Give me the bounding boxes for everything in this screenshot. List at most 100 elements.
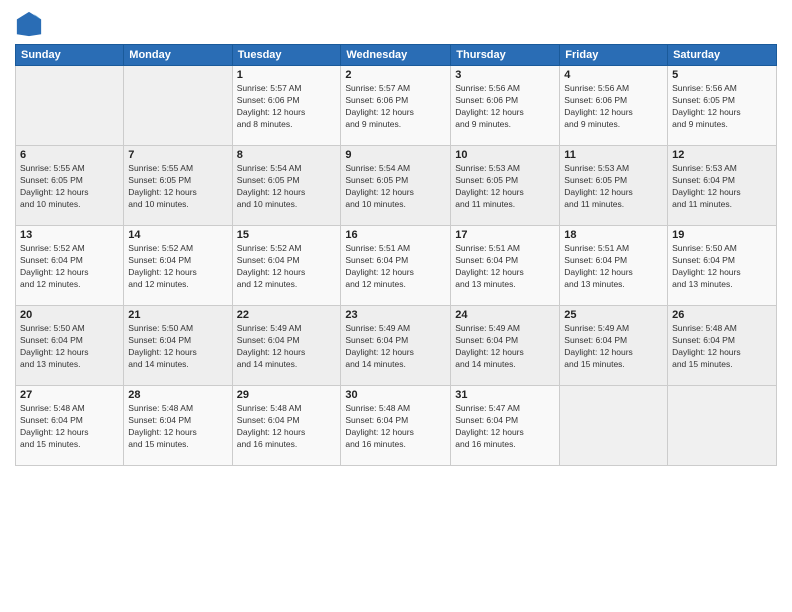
day-number: 10 [455,149,555,161]
day-info: Sunrise: 5:54 AM Sunset: 6:05 PM Dayligh… [237,163,337,211]
day-number: 18 [564,229,663,241]
day-number: 13 [20,229,119,241]
day-info: Sunrise: 5:48 AM Sunset: 6:04 PM Dayligh… [672,323,772,371]
calendar-day-cell: 20 Sunrise: 5:50 AM Sunset: 6:04 PM Dayli… [16,306,124,386]
day-number: 30 [345,389,446,401]
calendar-day-cell: 6 Sunrise: 5:55 AM Sunset: 6:05 PM Daylig… [16,146,124,226]
day-info: Sunrise: 5:50 AM Sunset: 6:04 PM Dayligh… [672,243,772,291]
day-number: 25 [564,309,663,321]
calendar-day-cell [16,66,124,146]
logo-icon [15,10,43,38]
day-info: Sunrise: 5:52 AM Sunset: 6:04 PM Dayligh… [20,243,119,291]
day-info: Sunrise: 5:49 AM Sunset: 6:04 PM Dayligh… [455,323,555,371]
calendar-day-cell: 30 Sunrise: 5:48 AM Sunset: 6:04 PM Dayli… [341,386,451,466]
day-number: 14 [128,229,227,241]
calendar-day-cell: 29 Sunrise: 5:48 AM Sunset: 6:04 PM Dayli… [232,386,341,466]
day-info: Sunrise: 5:55 AM Sunset: 6:05 PM Dayligh… [20,163,119,211]
day-info: Sunrise: 5:47 AM Sunset: 6:04 PM Dayligh… [455,403,555,451]
calendar-day-cell: 13 Sunrise: 5:52 AM Sunset: 6:04 PM Dayli… [16,226,124,306]
day-info: Sunrise: 5:48 AM Sunset: 6:04 PM Dayligh… [345,403,446,451]
weekday-header: Tuesday [232,45,341,66]
calendar-day-cell: 26 Sunrise: 5:48 AM Sunset: 6:04 PM Dayli… [668,306,777,386]
weekday-header: Thursday [451,45,560,66]
calendar-day-cell: 3 Sunrise: 5:56 AM Sunset: 6:06 PM Daylig… [451,66,560,146]
day-number: 15 [237,229,337,241]
day-number: 20 [20,309,119,321]
weekday-header: Saturday [668,45,777,66]
day-info: Sunrise: 5:55 AM Sunset: 6:05 PM Dayligh… [128,163,227,211]
day-info: Sunrise: 5:49 AM Sunset: 6:04 PM Dayligh… [564,323,663,371]
day-number: 6 [20,149,119,161]
calendar-day-cell: 15 Sunrise: 5:52 AM Sunset: 6:04 PM Dayli… [232,226,341,306]
calendar-day-cell: 28 Sunrise: 5:48 AM Sunset: 6:04 PM Dayli… [124,386,232,466]
day-number: 31 [455,389,555,401]
day-info: Sunrise: 5:54 AM Sunset: 6:05 PM Dayligh… [345,163,446,211]
day-number: 7 [128,149,227,161]
calendar-week-row: 6 Sunrise: 5:55 AM Sunset: 6:05 PM Daylig… [16,146,777,226]
day-number: 23 [345,309,446,321]
day-number: 22 [237,309,337,321]
day-info: Sunrise: 5:53 AM Sunset: 6:05 PM Dayligh… [564,163,663,211]
day-number: 27 [20,389,119,401]
day-number: 1 [237,69,337,81]
calendar-day-cell: 21Sunrise: 5:50 AM Sunset: 6:04 PM Dayli… [124,306,232,386]
header [15,10,777,38]
calendar-week-row: 27 Sunrise: 5:48 AM Sunset: 6:04 PM Dayli… [16,386,777,466]
day-info: Sunrise: 5:51 AM Sunset: 6:04 PM Dayligh… [564,243,663,291]
day-number: 2 [345,69,446,81]
day-info: Sunrise: 5:57 AM Sunset: 6:06 PM Dayligh… [237,83,337,131]
day-info: Sunrise: 5:56 AM Sunset: 6:06 PM Dayligh… [564,83,663,131]
day-info: Sunrise: 5:48 AM Sunset: 6:04 PM Dayligh… [237,403,337,451]
calendar-day-cell: 11 Sunrise: 5:53 AM Sunset: 6:05 PM Dayli… [560,146,668,226]
day-info: Sunrise: 5:57 AM Sunset: 6:06 PM Dayligh… [345,83,446,131]
day-info: Sunrise: 5:48 AM Sunset: 6:04 PM Dayligh… [128,403,227,451]
calendar-day-cell: 16 Sunrise: 5:51 AM Sunset: 6:04 PM Dayli… [341,226,451,306]
day-number: 19 [672,229,772,241]
calendar-day-cell: 9Sunrise: 5:54 AM Sunset: 6:05 PM Daylig… [341,146,451,226]
day-info: Sunrise: 5:49 AM Sunset: 6:04 PM Dayligh… [237,323,337,371]
calendar-day-cell: 23 Sunrise: 5:49 AM Sunset: 6:04 PM Dayli… [341,306,451,386]
day-info: Sunrise: 5:53 AM Sunset: 6:04 PM Dayligh… [672,163,772,211]
calendar-day-cell: 2 Sunrise: 5:57 AM Sunset: 6:06 PM Daylig… [341,66,451,146]
calendar-day-cell: 19 Sunrise: 5:50 AM Sunset: 6:04 PM Dayli… [668,226,777,306]
calendar-day-cell: 14Sunrise: 5:52 AM Sunset: 6:04 PM Dayli… [124,226,232,306]
day-info: Sunrise: 5:53 AM Sunset: 6:05 PM Dayligh… [455,163,555,211]
calendar-day-cell: 22 Sunrise: 5:49 AM Sunset: 6:04 PM Dayli… [232,306,341,386]
day-info: Sunrise: 5:52 AM Sunset: 6:04 PM Dayligh… [237,243,337,291]
day-number: 29 [237,389,337,401]
day-number: 26 [672,309,772,321]
day-info: Sunrise: 5:50 AM Sunset: 6:04 PM Dayligh… [20,323,119,371]
day-info: Sunrise: 5:51 AM Sunset: 6:04 PM Dayligh… [345,243,446,291]
day-number: 24 [455,309,555,321]
logo [15,10,47,38]
day-number: 8 [237,149,337,161]
calendar: SundayMondayTuesdayWednesdayThursdayFrid… [15,44,777,466]
day-number: 16 [345,229,446,241]
day-number: 3 [455,69,555,81]
day-number: 28 [128,389,227,401]
calendar-week-row: 20 Sunrise: 5:50 AM Sunset: 6:04 PM Dayli… [16,306,777,386]
day-info: Sunrise: 5:49 AM Sunset: 6:04 PM Dayligh… [345,323,446,371]
calendar-day-cell: 4Sunrise: 5:56 AM Sunset: 6:06 PM Daylig… [560,66,668,146]
day-number: 11 [564,149,663,161]
day-number: 17 [455,229,555,241]
calendar-day-cell: 8 Sunrise: 5:54 AM Sunset: 6:05 PM Daylig… [232,146,341,226]
calendar-day-cell [124,66,232,146]
calendar-body: 1 Sunrise: 5:57 AM Sunset: 6:06 PM Daylig… [16,66,777,466]
day-info: Sunrise: 5:51 AM Sunset: 6:04 PM Dayligh… [455,243,555,291]
day-info: Sunrise: 5:56 AM Sunset: 6:06 PM Dayligh… [455,83,555,131]
calendar-week-row: 1 Sunrise: 5:57 AM Sunset: 6:06 PM Daylig… [16,66,777,146]
weekday-header: Sunday [16,45,124,66]
calendar-day-cell: 24 Sunrise: 5:49 AM Sunset: 6:04 PM Dayli… [451,306,560,386]
calendar-day-cell: 10 Sunrise: 5:53 AM Sunset: 6:05 PM Dayli… [451,146,560,226]
calendar-day-cell: 1 Sunrise: 5:57 AM Sunset: 6:06 PM Daylig… [232,66,341,146]
day-info: Sunrise: 5:50 AM Sunset: 6:04 PM Dayligh… [128,323,227,371]
day-number: 12 [672,149,772,161]
calendar-day-cell: 5Sunrise: 5:56 AM Sunset: 6:05 PM Daylig… [668,66,777,146]
calendar-day-cell: 31 Sunrise: 5:47 AM Sunset: 6:04 PM Dayli… [451,386,560,466]
calendar-day-cell: 18 Sunrise: 5:51 AM Sunset: 6:04 PM Dayli… [560,226,668,306]
day-info: Sunrise: 5:48 AM Sunset: 6:04 PM Dayligh… [20,403,119,451]
calendar-day-cell: 25 Sunrise: 5:49 AM Sunset: 6:04 PM Dayli… [560,306,668,386]
day-info: Sunrise: 5:56 AM Sunset: 6:05 PM Dayligh… [672,83,772,131]
calendar-day-cell: 27 Sunrise: 5:48 AM Sunset: 6:04 PM Dayli… [16,386,124,466]
